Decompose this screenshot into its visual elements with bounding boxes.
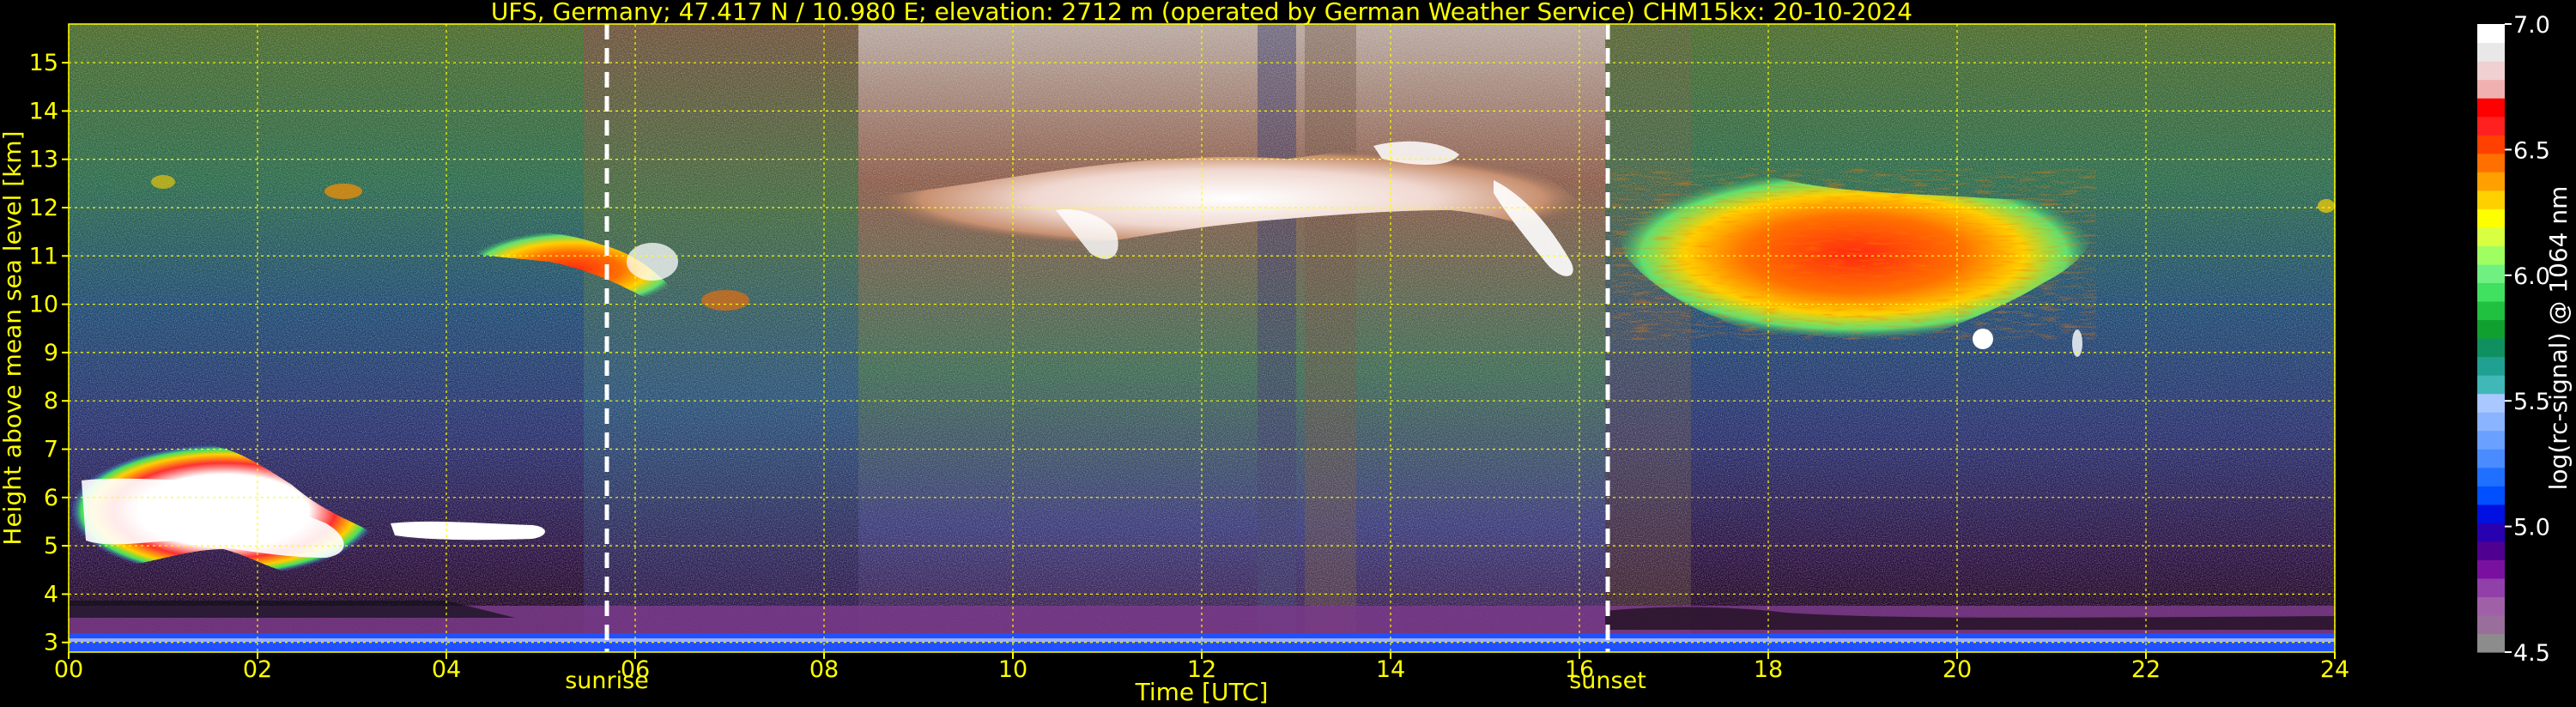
x-tick-label: 10 xyxy=(998,656,1027,683)
y-axis: 3 4 5 6 7 8 9 10 11 12 13 14 15 xyxy=(29,50,69,656)
colorbar-segment xyxy=(2477,98,2505,118)
x-axis-label: Time [UTC] xyxy=(1135,678,1269,706)
colorbar-segment xyxy=(2477,356,2505,376)
colorbar-segment xyxy=(2477,614,2505,635)
colorbar-segment xyxy=(2477,24,2505,44)
y-tick-label: 11 xyxy=(29,243,58,269)
colorbar-segment xyxy=(2477,596,2505,616)
y-tick-label: 8 xyxy=(44,388,58,414)
colorbar-segment xyxy=(2477,135,2505,154)
colorbar-segment xyxy=(2477,467,2505,486)
colorbar-segment xyxy=(2477,79,2505,99)
x-tick-label: 16 xyxy=(1565,656,1594,683)
colorbar-segment xyxy=(2477,412,2505,432)
colorbar-segment xyxy=(2477,61,2505,81)
surface-dark-patch xyxy=(69,601,515,618)
colorbar-segment xyxy=(2477,208,2505,228)
colorbar-segment xyxy=(2477,375,2505,395)
x-tick-label: 22 xyxy=(2131,656,2161,683)
colorbar-segment xyxy=(2477,282,2505,302)
y-tick-label: 4 xyxy=(44,581,58,607)
x-tick-label: 02 xyxy=(243,656,272,683)
y-tick-label: 13 xyxy=(29,147,58,173)
colorbar-segment xyxy=(2477,227,2505,246)
colorbar-segment xyxy=(2477,116,2505,136)
y-tick-label: 12 xyxy=(29,195,58,221)
colorbar-segment xyxy=(2477,486,2505,505)
colorbar-segment xyxy=(2477,633,2505,653)
colorbar-tick-label: 6.5 xyxy=(2513,137,2550,164)
colorbar-segment xyxy=(2477,338,2505,358)
colorbar-segment xyxy=(2477,430,2505,450)
x-tick-label: 00 xyxy=(54,656,83,683)
colorbar-segment xyxy=(2477,300,2505,321)
chart-title: UFS, Germany; 47.417 N / 10.980 E; eleva… xyxy=(491,0,1912,26)
colorbar-segment xyxy=(2477,190,2505,209)
colorbar-segment xyxy=(2477,449,2505,468)
colorbar-segment xyxy=(2477,172,2505,191)
colorbar-tick-label: 4.5 xyxy=(2513,640,2550,667)
x-tick-label: 06 xyxy=(621,656,650,683)
y-axis-label: Height above mean sea level [km] xyxy=(0,130,27,545)
colorbar-segment xyxy=(2477,263,2505,284)
y-tick-label: 15 xyxy=(29,50,58,76)
colorbar-segment xyxy=(2477,577,2505,598)
colorbar-segment xyxy=(2477,245,2505,265)
y-tick-label: 3 xyxy=(44,630,58,656)
y-tick-label: 14 xyxy=(29,98,58,124)
colorbar-segment xyxy=(2477,523,2505,542)
x-tick-label: 20 xyxy=(1943,656,1972,683)
colorbar-segment xyxy=(2477,319,2505,339)
colorbar-segment xyxy=(2477,504,2505,523)
colorbar-segment xyxy=(2477,393,2505,413)
colorbar-tick-label: 7.0 xyxy=(2513,12,2550,39)
colorbar-segment xyxy=(2477,153,2505,172)
x-tick-label: 24 xyxy=(2320,656,2349,683)
colorbar-tick-label: 5.0 xyxy=(2513,515,2550,541)
x-tick-label: 18 xyxy=(1754,656,1783,683)
colorbar-segment xyxy=(2477,42,2505,62)
colorbar-segment xyxy=(2477,559,2505,579)
x-tick-label: 08 xyxy=(809,656,839,683)
x-tick-label: 04 xyxy=(432,656,461,683)
colorbar-label: log(rc-signal) @ 1064 nm xyxy=(2544,186,2573,491)
y-tick-label: 7 xyxy=(44,437,58,463)
y-tick-label: 5 xyxy=(44,533,58,559)
colorbar: 4.55.05.56.06.57.0 xyxy=(2477,12,2550,667)
lidar-figure: sunrise sunset 00 02 04 06 08 10 12 14 16 18 20 22 24… xyxy=(0,0,2573,706)
x-tick-label: 14 xyxy=(1376,656,1405,683)
colorbar-segment xyxy=(2477,541,2505,560)
y-tick-label: 9 xyxy=(44,340,58,366)
y-tick-label: 10 xyxy=(29,292,58,318)
y-tick-label: 6 xyxy=(44,485,58,511)
